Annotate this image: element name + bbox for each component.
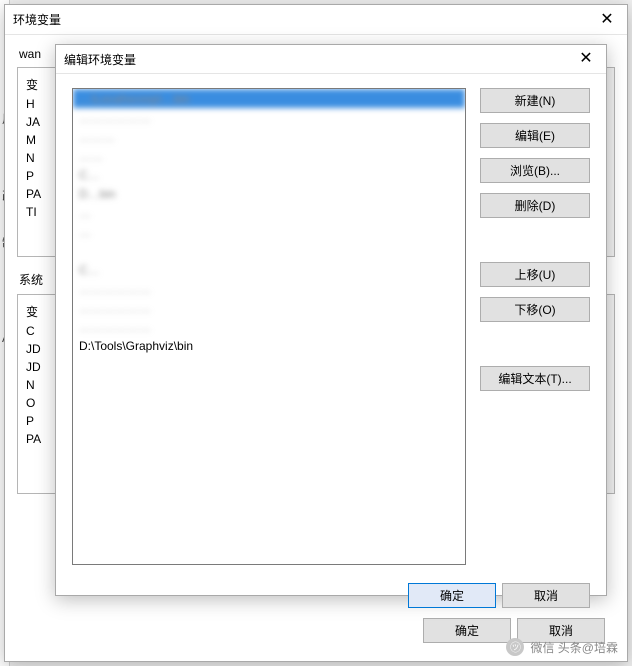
path-item[interactable]: D…bin [73,184,465,203]
path-item[interactable] [73,241,465,260]
path-item[interactable]: ……… [73,127,465,146]
new-button[interactable]: 新建(N) [480,88,590,113]
path-item-blank[interactable] [73,412,465,431]
path-item[interactable]: ……………… [73,279,465,298]
path-item[interactable]: C… [73,260,465,279]
path-item-blank[interactable] [73,431,465,450]
path-item[interactable]: C… [73,165,465,184]
inner-title: 编辑环境变量 [64,51,566,68]
path-item[interactable]: … [73,222,465,241]
move-up-button[interactable]: 上移(U) [480,262,590,287]
path-item[interactable]: ……………… [73,298,465,317]
inner-titlebar[interactable]: 编辑环境变量 ✕ [56,45,606,74]
browse-button[interactable]: 浏览(B)... [480,158,590,183]
path-item[interactable]: ……………… [73,317,465,336]
edit-button[interactable]: 编辑(E) [480,123,590,148]
edit-env-var-dialog: 编辑环境变量 ✕ …\Local\scoop\…bin……………………………C…… [55,44,607,596]
path-item-blank[interactable] [73,355,465,374]
path-item-blank[interactable] [73,450,465,469]
close-icon[interactable]: ✕ [587,6,627,34]
path-item-blank[interactable] [73,374,465,393]
path-item[interactable]: … [73,203,465,222]
path-item-blank[interactable] [73,507,465,526]
inner-cancel-button[interactable]: 取消 [502,583,590,608]
path-item[interactable]: …… [73,146,465,165]
path-item-blank[interactable] [73,469,465,488]
path-item-blank[interactable] [73,393,465,412]
move-down-button[interactable]: 下移(O) [480,297,590,322]
path-item[interactable]: ……………… [73,108,465,127]
path-item[interactable]: D:\Tools\Graphviz\bin [73,336,465,355]
close-icon[interactable]: ✕ [566,45,606,73]
outer-title: 环境变量 [13,11,587,28]
side-buttons: 新建(N) 编辑(E) 浏览(B)... 删除(D) 上移(U) 下移(O) 编… [480,88,590,565]
path-values-list[interactable]: …\Local\scoop\…bin……………………………C…D…bin……C…… [72,88,466,565]
delete-button[interactable]: 删除(D) [480,193,590,218]
path-item[interactable]: …\Local\scoop\…bin [73,89,465,108]
outer-titlebar[interactable]: 环境变量 ✕ [5,5,627,35]
path-item-blank[interactable] [73,526,465,545]
path-item-blank[interactable] [73,488,465,507]
inner-ok-button[interactable]: 确定 [408,583,496,608]
path-item-blank[interactable] [73,545,465,564]
edit-text-button[interactable]: 编辑文本(T)... [480,366,590,391]
